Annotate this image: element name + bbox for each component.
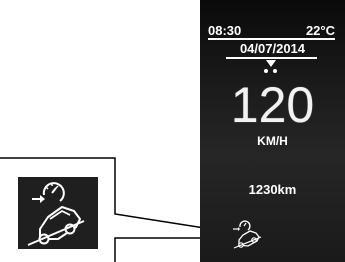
divider (226, 57, 317, 59)
outside-temperature: 22°C (305, 23, 335, 38)
instrument-cluster-display: 08:30 22°C 04/07/2014 120 KM/H 1230km (200, 0, 345, 262)
hill-descent-control-icon (27, 182, 85, 246)
page-dots-icon (260, 68, 282, 76)
hill-descent-control-icon (233, 220, 262, 249)
pointer-triangle-icon (266, 60, 276, 67)
divider (208, 38, 335, 40)
speed-value: 120 (230, 77, 315, 133)
speed-unit: KM/H (257, 134, 288, 148)
clock: 08:30 (208, 23, 242, 38)
date: 04/07/2014 (239, 41, 306, 56)
hill-descent-callout (18, 177, 98, 249)
odometer: 1230km (248, 182, 297, 197)
